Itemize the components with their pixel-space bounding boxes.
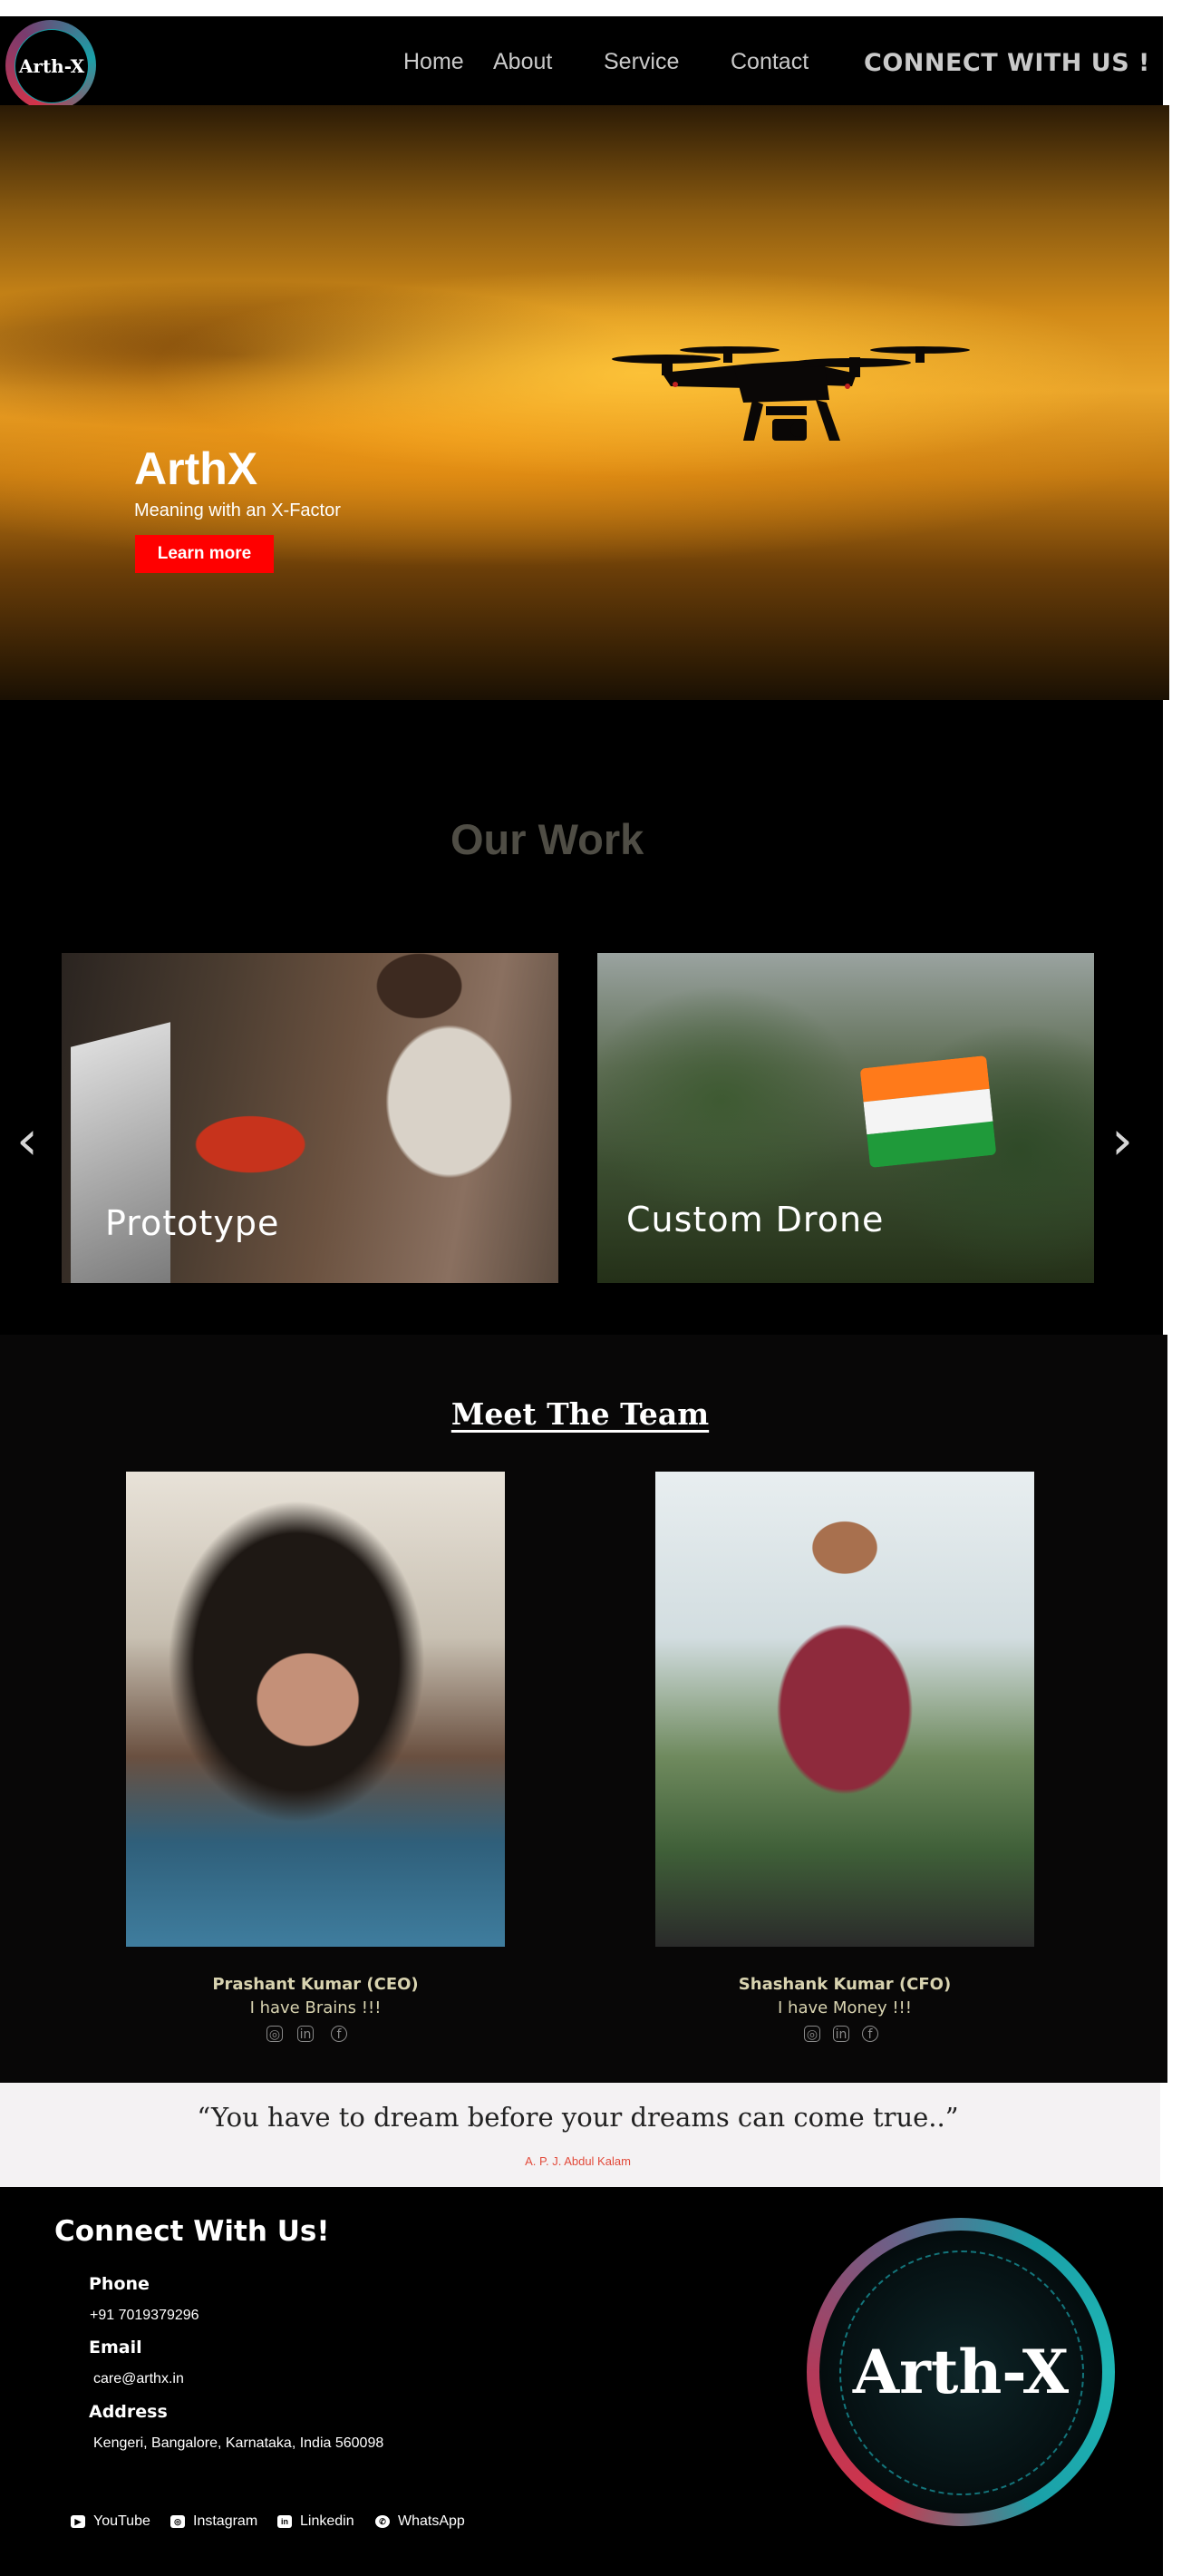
footer-title: Connect With Us! (54, 2215, 330, 2248)
nav-link-contact[interactable]: Contact (731, 49, 809, 75)
carousel-prev-icon[interactable]: ‹ (16, 1113, 38, 1168)
email-value[interactable]: care@arthx.in (93, 2371, 184, 2387)
address-label: Address (89, 2402, 168, 2422)
our-work-title: Our Work (450, 815, 644, 863)
facebook-icon[interactable]: f (331, 2026, 347, 2042)
drone-image (612, 346, 970, 441)
work-card-label: Prototype (105, 1203, 280, 1243)
nav-link-about[interactable]: About (493, 49, 552, 75)
phone-value[interactable]: +91 7019379296 (90, 2308, 199, 2324)
quote-author: A. P. J. Abdul Kalam (525, 2154, 631, 2168)
hero-subtitle: Meaning with an X-Factor (134, 501, 341, 520)
nav-link-home[interactable]: Home (403, 49, 464, 75)
connect-cta-link[interactable]: CONNECT WITH US ! (864, 49, 1150, 77)
footer-social-label: Instagram (193, 2513, 258, 2529)
linkedin-icon[interactable]: in (833, 2026, 849, 2042)
footer-social-label: WhatsApp (398, 2513, 465, 2529)
member-quote: I have Money !!! (778, 1998, 912, 2017)
footer-link-youtube[interactable]: ▶ YouTube (71, 2513, 150, 2530)
footer-social-label: Linkedin (300, 2513, 354, 2529)
quote-band (0, 2083, 1160, 2187)
youtube-icon: ▶ (71, 2515, 85, 2528)
member-quote: I have Brains !!! (249, 1998, 382, 2017)
learn-more-button[interactable]: Learn more (135, 535, 274, 573)
member-name: Shashank Kumar (CFO) (738, 1975, 952, 1994)
email-label: Email (89, 2338, 142, 2357)
linkedin-icon[interactable]: in (297, 2026, 314, 2042)
footer-link-instagram[interactable]: ◎ Instagram (170, 2513, 257, 2530)
whatsapp-icon: ✆ (375, 2515, 390, 2528)
linkedin-icon: in (277, 2515, 292, 2528)
footer-brand-logo: Arth-X (807, 2218, 1115, 2526)
phone-label: Phone (89, 2274, 150, 2294)
facebook-icon[interactable]: f (862, 2026, 878, 2042)
member-photo-prashant (126, 1472, 505, 1947)
footer-social-label: YouTube (93, 2513, 150, 2529)
brand-logo-text: Arth-X (15, 29, 89, 103)
footer-link-whatsapp[interactable]: ✆ WhatsApp (375, 2513, 465, 2530)
address-value: Kengeri, Bangalore, Karnataka, India 560… (93, 2435, 384, 2451)
instagram-icon[interactable]: ◎ (266, 2026, 283, 2042)
laptop-image (71, 1022, 170, 1283)
brand-logo[interactable]: Arth-X (5, 20, 96, 111)
quote-text: “You have to dream before your dreams ca… (197, 2102, 959, 2133)
member-name: Prashant Kumar (CEO) (212, 1975, 419, 1994)
hero-title: ArthX (134, 443, 258, 494)
instagram-icon: ◎ (170, 2515, 185, 2528)
team-title: Meet The Team (450, 1396, 710, 1432)
flag-image (859, 1055, 997, 1168)
member-photo-shashank (655, 1472, 1034, 1947)
work-card-prototype[interactable]: Prototype (62, 953, 558, 1283)
work-card-label: Custom Drone (626, 1200, 885, 1239)
footer-link-linkedin[interactable]: in Linkedin (277, 2513, 354, 2530)
nav-link-service[interactable]: Service (604, 49, 679, 75)
work-card-custom-drone[interactable]: Custom Drone (597, 953, 1094, 1283)
carousel-next-icon[interactable]: › (1111, 1113, 1133, 1168)
instagram-icon[interactable]: ◎ (804, 2026, 820, 2042)
hero-banner (0, 105, 1169, 700)
footer-brand-logo-text: Arth-X (852, 2337, 1070, 2407)
